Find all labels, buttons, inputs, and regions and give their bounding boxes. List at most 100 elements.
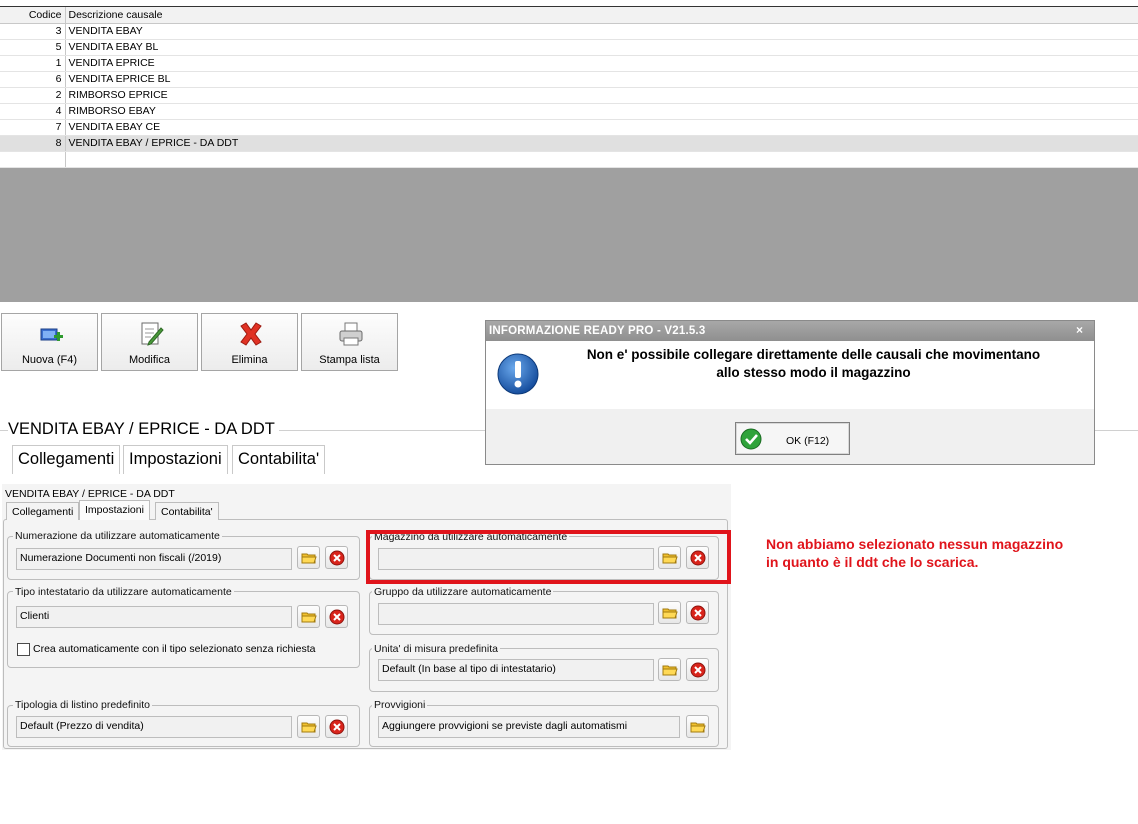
cell-description: VENDITA EBAY	[65, 23, 1138, 40]
crea-automaticamente-checkbox[interactable]	[17, 643, 30, 656]
cell-code: 2	[0, 87, 66, 104]
new-button-label: Nuova (F4)	[21, 354, 78, 366]
cell-description: VENDITA EBAY BL	[65, 39, 1138, 56]
clear-icon	[329, 609, 345, 625]
table-row[interactable]: 4 RIMBORSO EBAY	[0, 103, 1138, 120]
exclamation-info-icon	[496, 352, 540, 399]
gruppo-field[interactable]	[378, 603, 654, 625]
delete-button[interactable]: Elimina	[201, 313, 298, 371]
info-dialog: INFORMAZIONE READY PRO - V21.5.3 × Non e…	[485, 320, 1095, 465]
numerazione-field[interactable]: Numerazione Documenti non fiscali (/2019…	[16, 548, 292, 570]
dialog-message-line-2: allo stesso modo il magazzino	[716, 365, 911, 380]
tipologia-listino-clear-button[interactable]	[325, 715, 348, 738]
tipo-intestatario-clear-button[interactable]	[325, 605, 348, 628]
folder-icon	[301, 612, 317, 623]
unita-misura-browse-button[interactable]	[658, 658, 681, 681]
numerazione-browse-button[interactable]	[297, 546, 320, 569]
detail-title: VENDITA EBAY / EPRICE - DA DDT	[8, 420, 279, 439]
annotation-text: Non abbiamo selezionato nessun magazzino…	[766, 535, 1136, 571]
folder-icon	[690, 722, 706, 733]
provvigioni-browse-button[interactable]	[686, 715, 709, 738]
edit-button[interactable]: Modifica	[101, 313, 198, 371]
table-row[interactable]: 3 VENDITA EBAY	[0, 23, 1138, 40]
cell-code-empty	[0, 151, 66, 168]
new-button[interactable]: Nuova (F4)	[1, 313, 98, 371]
printer-icon	[337, 320, 365, 348]
print-list-button-label: Stampa lista	[319, 354, 380, 366]
delete-button-label: Elimina	[231, 354, 268, 366]
cell-code: 3	[0, 23, 66, 40]
clear-icon	[329, 719, 345, 735]
subtab-collegamenti[interactable]: Collegamenti	[6, 502, 80, 520]
print-list-button[interactable]: Stampa lista	[301, 313, 398, 371]
folder-icon	[662, 608, 678, 619]
tipo-intestatario-group	[7, 591, 360, 668]
cell-code: 6	[0, 71, 66, 88]
numerazione-clear-button[interactable]	[325, 546, 348, 569]
tipo-intestatario-label: Tipo intestatario da utilizzare automati…	[13, 586, 234, 598]
table-row-new[interactable]	[0, 151, 1138, 168]
table-row[interactable]: 6 VENDITA EPRICE BL	[0, 71, 1138, 88]
tab-collegamenti[interactable]: Collegamenti	[12, 445, 121, 474]
crea-automaticamente-label: Crea automaticamente con il tipo selezio…	[33, 643, 316, 655]
numerazione-label: Numerazione da utilizzare automaticament…	[13, 530, 222, 542]
dialog-close-button[interactable]: ×	[1076, 323, 1083, 337]
column-header-description[interactable]: Descrizione causale	[65, 7, 1138, 24]
cell-description: VENDITA EBAY / EPRICE - DA DDT	[65, 135, 1138, 152]
tipo-intestatario-field[interactable]: Clienti	[16, 606, 292, 628]
gruppo-clear-button[interactable]	[686, 601, 709, 624]
column-header-code[interactable]: Codice	[0, 7, 66, 24]
tipologia-listino-browse-button[interactable]	[297, 715, 320, 738]
edit-document-icon	[137, 320, 165, 348]
tipologia-listino-field[interactable]: Default (Prezzo di vendita)	[16, 716, 292, 738]
tab-contabilita[interactable]: Contabilita'	[232, 445, 326, 474]
green-check-icon	[740, 428, 762, 453]
clear-icon	[690, 605, 706, 621]
annotation-highlight-box	[366, 530, 731, 584]
ok-button[interactable]: OK (F12)	[735, 422, 850, 455]
causali-table[interactable]: Codice Descrizione causale 3 VENDITA EBA…	[0, 7, 1138, 168]
table-row[interactable]: 1 VENDITA EPRICE	[0, 55, 1138, 72]
unita-misura-clear-button[interactable]	[686, 658, 709, 681]
annotation-line-1: Non abbiamo selezionato nessun magazzino	[766, 536, 1064, 552]
cell-description: RIMBORSO EPRICE	[65, 87, 1138, 104]
dialog-message: Non e' possibile collegare direttamente …	[546, 346, 1081, 382]
gruppo-label: Gruppo da utilizzare automaticamente	[372, 586, 554, 598]
table-row-selected[interactable]: 8 VENDITA EBAY / EPRICE - DA DDT	[0, 135, 1138, 152]
cell-description: RIMBORSO EBAY	[65, 103, 1138, 120]
cell-code: 5	[0, 39, 66, 56]
ok-button-label: OK (F12)	[786, 435, 830, 447]
cell-description: VENDITA EBAY CE	[65, 119, 1138, 136]
edit-button-label: Modifica	[129, 354, 170, 366]
annotation-line-2: in quanto è il ddt che lo scarica.	[766, 554, 979, 570]
provvigioni-field[interactable]: Aggiungere provvigioni se previste dagli…	[378, 716, 680, 738]
unita-misura-label: Unita' di misura predefinita	[372, 643, 500, 655]
tipo-intestatario-browse-button[interactable]	[297, 605, 320, 628]
clear-icon	[690, 662, 706, 678]
add-document-icon	[37, 320, 65, 348]
table-row[interactable]: 2 RIMBORSO EPRICE	[0, 87, 1138, 104]
folder-icon	[662, 665, 678, 676]
table-header-row: Codice Descrizione causale	[0, 7, 1138, 24]
gruppo-browse-button[interactable]	[658, 601, 681, 624]
dialog-title: INFORMAZIONE READY PRO - V21.5.3	[489, 325, 706, 337]
table-row[interactable]: 5 VENDITA EBAY BL	[0, 39, 1138, 56]
subtab-contabilita[interactable]: Contabilita'	[155, 502, 219, 520]
cell-code: 1	[0, 55, 66, 72]
tab-impostazioni[interactable]: Impostazioni	[123, 445, 228, 474]
unita-misura-field[interactable]: Default (In base al tipo di intestatario…	[378, 659, 654, 681]
table-row[interactable]: 7 VENDITA EBAY CE	[0, 119, 1138, 136]
settings-panel-title: VENDITA EBAY / EPRICE - DA DDT	[5, 488, 175, 500]
subtab-impostazioni[interactable]: Impostazioni	[79, 500, 150, 520]
tipologia-listino-label: Tipologia di listino predefinito	[13, 699, 153, 711]
cell-description: VENDITA EPRICE BL	[65, 71, 1138, 88]
clear-icon	[329, 550, 345, 566]
folder-icon	[301, 553, 317, 564]
folder-icon	[301, 722, 317, 733]
cell-code: 8	[0, 135, 66, 152]
cell-code: 7	[0, 119, 66, 136]
cell-description: VENDITA EPRICE	[65, 55, 1138, 72]
red-x-icon	[237, 320, 265, 348]
dialog-message-line-1: Non e' possibile collegare direttamente …	[586, 347, 1041, 362]
causali-grid[interactable]: Codice Descrizione causale 3 VENDITA EBA…	[0, 6, 1138, 302]
